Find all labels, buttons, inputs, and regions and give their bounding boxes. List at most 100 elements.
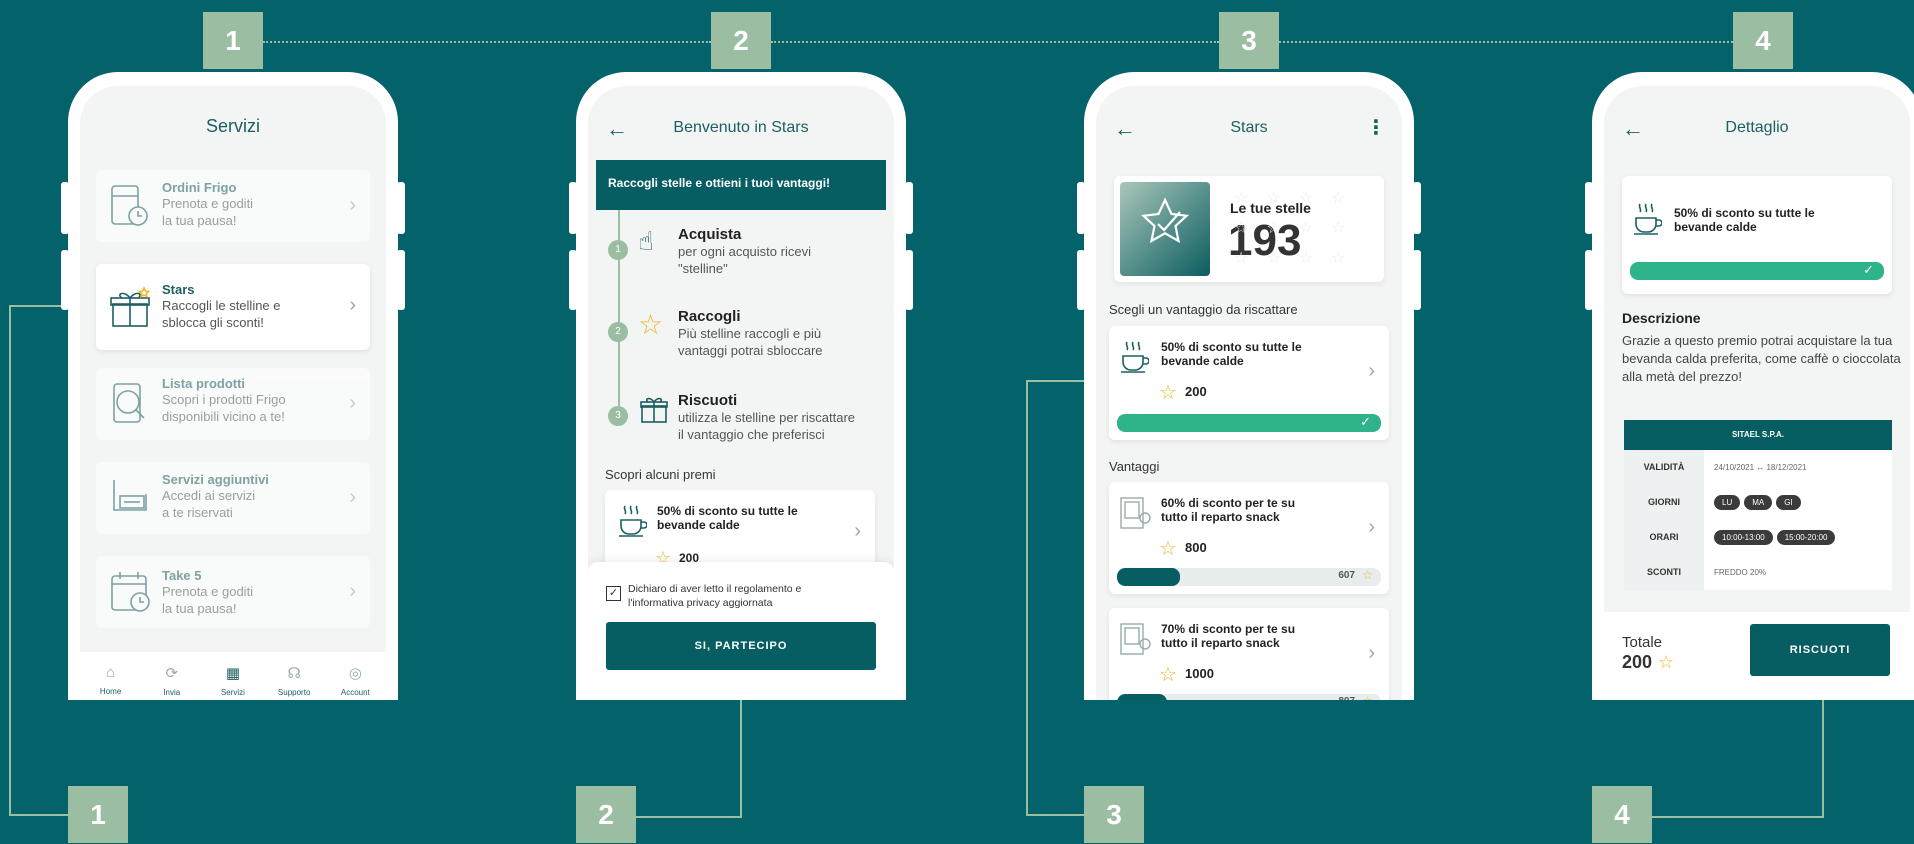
step-number: 3 [608, 406, 628, 426]
callout-line [1026, 814, 1084, 816]
stars-pattern: ☆☆☆☆ ☆☆☆☆ ☆☆☆☆ [1234, 190, 1364, 267]
table-row: GIORNI LU MA GI [1624, 485, 1892, 520]
step-number: 2 [608, 322, 628, 342]
printer-service-icon [110, 476, 150, 525]
calendar-clock-icon [110, 570, 152, 619]
prize-progress-bar: ✓ [1630, 262, 1884, 280]
row-label: ORARI [1624, 520, 1704, 555]
screen-servizi: Servizi Ordini Frigo Prenota e goditi la… [80, 86, 386, 700]
chevron-right-icon: › [349, 194, 356, 216]
reward-title: 50% di sconto su tutte le [1161, 340, 1302, 354]
offer-title: tutto il reparto snack [1161, 636, 1280, 650]
offer-card[interactable]: 60% di sconto per te su tutto il reparto… [1109, 482, 1389, 594]
service-item-stars[interactable]: Stars Raccogli le stelline e sblocca gli… [96, 264, 370, 350]
service-title: Ordini Frigo [162, 180, 237, 195]
checkbox[interactable]: ✓ [606, 586, 621, 601]
step-sub: per ogni acquisto ricevi [678, 244, 811, 259]
service-subtitle: Prenota e goditi [162, 196, 254, 211]
bottom-nav: ⌂ Home ⟳ Invia ▦ Servizi ☊ Supporto ◎ Ac… [80, 652, 386, 700]
chevron-right-icon: › [854, 520, 861, 542]
star-icon: ☆ [1159, 538, 1177, 560]
side-button [905, 182, 913, 234]
service-subtitle: Raccogli le stelline e [162, 298, 281, 313]
time-pill: 10:00-13:00 [1714, 530, 1773, 545]
headset-icon: ☊ [287, 665, 301, 682]
offer-points: 1000 [1185, 666, 1214, 681]
chevron-right-icon: › [1368, 516, 1375, 538]
detail-table: SITAEL S.P.A. VALIDITÀ 24/10/2021 ↔ 18/1… [1624, 420, 1892, 590]
participate-button[interactable]: SI, PARTECIPO [606, 622, 876, 670]
discover-heading: Scopri alcuni premi [605, 467, 716, 482]
table-row: VALIDITÀ 24/10/2021 ↔ 18/12/2021 [1624, 450, 1892, 485]
service-item-ordini-frigo[interactable]: Ordini Frigo Prenota e goditi la tua pau… [96, 170, 370, 242]
nav-supporto[interactable]: ☊ Supporto [269, 664, 319, 700]
home-icon: ⌂ [106, 664, 116, 681]
service-item-take5[interactable]: Take 5 Prenota e goditi la tua pausa! › [96, 556, 370, 628]
nav-label: Supporto [277, 688, 311, 697]
page-title: Dettaglio [1725, 119, 1789, 136]
prize-title: 50% di sconto su tutte le [657, 504, 798, 518]
prize-title: bevande calde [1674, 220, 1757, 234]
nav-account[interactable]: ◎ Account [330, 664, 380, 700]
tap-hand-icon: ☝ [638, 226, 654, 256]
stars-badge [1120, 182, 1210, 276]
step-title: Acquista [678, 226, 742, 243]
service-item-lista-prodotti[interactable]: Lista prodotti Scopri i prodotti Frigo d… [96, 368, 370, 440]
gift-icon [640, 394, 668, 429]
page-title: Stars [1230, 119, 1268, 136]
check-icon: ✓ [1360, 414, 1371, 429]
consent-text: Dichiaro di aver letto il regolamento e [628, 583, 802, 595]
nav-invia[interactable]: ⟳ Invia [147, 664, 197, 700]
dotted-connector [771, 41, 1219, 43]
reward-progress-bar: ✓ [1117, 414, 1381, 432]
progress-fill [1117, 568, 1181, 586]
offer-title: tutto il reparto snack [1161, 510, 1280, 524]
service-title: Take 5 [162, 568, 202, 583]
description-text: Grazie a questo premio potrai acquistare… [1622, 333, 1901, 384]
row-value: FREDDO 20% [1714, 568, 1767, 577]
step-sub: Più stelline raccogli e più [678, 326, 822, 341]
callout-line [1026, 700, 1028, 816]
service-subtitle: a te riservati [162, 505, 233, 520]
nav-home[interactable]: ⌂ Home [86, 664, 136, 700]
snack-machine-icon [1119, 622, 1151, 661]
service-title: Servizi aggiuntivi [162, 472, 269, 487]
service-subtitle: disponibili vicino a te! [162, 409, 285, 424]
side-button [905, 250, 913, 310]
missing-stars: 607 [1338, 570, 1355, 581]
star-check-icon [1138, 196, 1192, 255]
nav-servizi[interactable]: ▦ Servizi [208, 664, 258, 700]
star-icon: ☆ [1159, 382, 1177, 404]
row-label: GIORNI [1624, 485, 1704, 520]
star-icon: ☆ [1159, 664, 1177, 686]
phone-stars: ← Stars ⋮ Le tue stelle 193 ☆☆☆☆ ☆☆☆☆ ☆☆☆☆… [1084, 72, 1414, 700]
step-sub: vantaggi potrai sbloccare [678, 343, 823, 358]
screen-dettaglio: ← Dettaglio 50% di sconto su tutte le be… [1604, 86, 1910, 700]
more-vertical-icon[interactable]: ⋮ [1366, 115, 1386, 140]
progress-fill [1117, 414, 1381, 432]
checkout-bar: Totale 200 ☆ RISCUOTI [1604, 612, 1910, 700]
nav-label: Invia [163, 688, 181, 697]
featured-reward-card[interactable]: 50% di sconto su tutte le bevande calde … [1109, 326, 1389, 440]
detail-prize-card: 50% di sconto su tutte le bevande calde … [1622, 176, 1892, 294]
choose-heading: Scegli un vantaggio da riscattare [1109, 302, 1298, 317]
welcome-banner: Raccogli stelle e ottieni i tuoi vantagg… [596, 160, 886, 210]
riscuoti-button[interactable]: RISCUOTI [1750, 624, 1890, 676]
dotted-connector [1279, 41, 1733, 43]
offer-progress-bar: 607 ☆ [1117, 568, 1381, 586]
side-button [397, 182, 405, 234]
prize-title: 50% di sconto su tutte le [1674, 206, 1815, 220]
consent-text: l'informativa privacy aggiornata [628, 597, 773, 609]
callout-line [740, 700, 742, 818]
star-icon: ☆ [1362, 568, 1373, 582]
chevron-right-icon: › [1368, 642, 1375, 664]
page-title: Benvenuto in Stars [673, 119, 809, 136]
stars-balance-card: Le tue stelle 193 ☆☆☆☆ ☆☆☆☆ ☆☆☆☆ [1114, 176, 1384, 282]
offer-card[interactable]: 70% di sconto per te su tutto il reparto… [1109, 608, 1389, 700]
service-subtitle: Prenota e goditi [162, 584, 254, 599]
step-badge-top-3: 3 [1219, 12, 1279, 69]
step-badge-bottom-2: 2 [576, 786, 636, 843]
service-item-servizi-aggiuntivi[interactable]: Servizi aggiuntivi Accedi ai servizi a t… [96, 462, 370, 534]
callout-line [9, 700, 11, 816]
step-badge-bottom-4: 4 [1592, 786, 1652, 843]
